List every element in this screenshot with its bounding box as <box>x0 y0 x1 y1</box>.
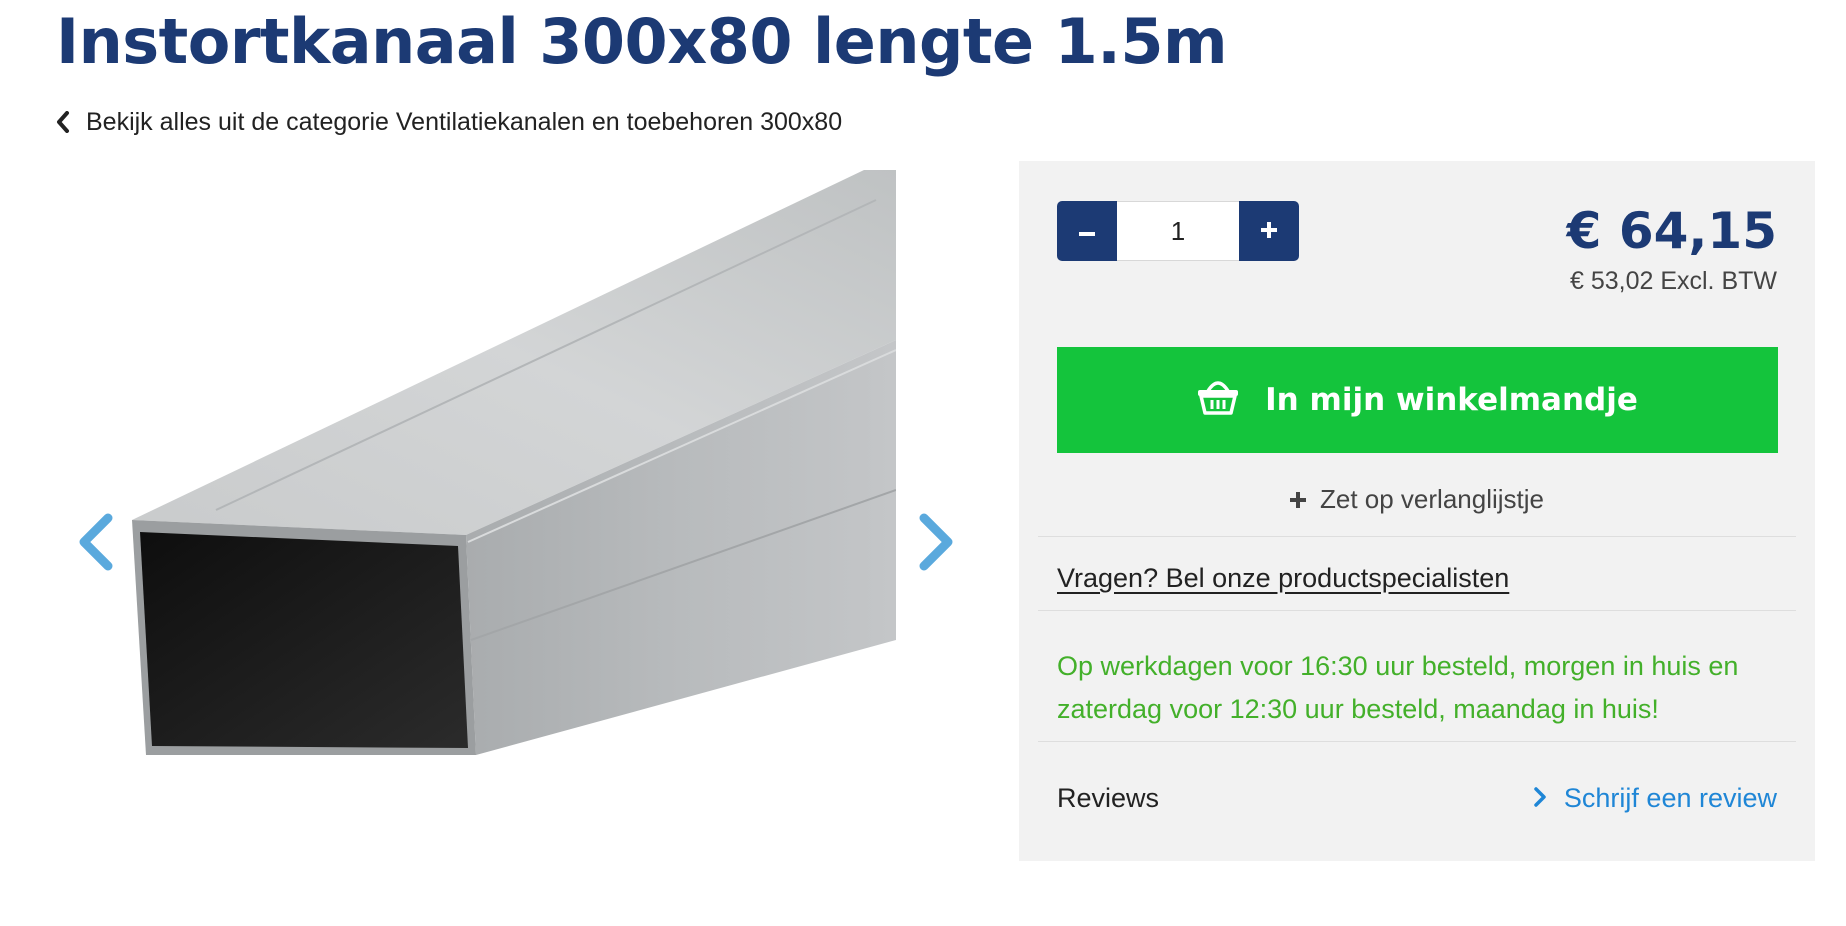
add-to-cart-label: In mijn winkelmandje <box>1265 382 1638 418</box>
write-review-label: Schrijf een review <box>1563 783 1777 813</box>
product-gallery <box>56 170 976 910</box>
plus-icon <box>1261 221 1277 241</box>
divider <box>1038 536 1796 537</box>
add-to-cart-button[interactable]: In mijn winkelmandje <box>1057 347 1778 453</box>
purchase-panel: € 64,15 € 53,02 Excl. BTW In mijn winkel… <box>1019 161 1815 861</box>
price-incl-vat: € 64,15 <box>1566 202 1777 260</box>
page-title: Instortkanaal 300x80 lengte 1.5m <box>56 5 1228 78</box>
delivery-info: Op werkdagen voor 16:30 uur besteld, mor… <box>1057 651 1739 724</box>
divider <box>1038 741 1796 742</box>
gallery-next-button[interactable] <box>916 512 956 577</box>
divider <box>1038 610 1796 611</box>
quantity-stepper <box>1057 201 1299 261</box>
chevron-left-icon <box>56 111 70 133</box>
chevron-right-icon <box>916 513 956 576</box>
wishlist-label: Zet op verlanglijstje <box>1320 483 1544 514</box>
contact-specialists-link[interactable]: Vragen? Bel onze productspecialisten <box>1057 563 1509 594</box>
basket-icon <box>1197 377 1239 423</box>
plus-icon <box>1290 484 1306 515</box>
write-review-link[interactable]: Schrijf een review <box>1534 783 1777 814</box>
quantity-input[interactable] <box>1117 201 1239 261</box>
add-to-wishlist-link[interactable]: Zet op verlanglijstje <box>1019 479 1815 519</box>
product-image <box>132 170 896 755</box>
minus-icon <box>1079 224 1095 239</box>
price-excl-vat: € 53,02 Excl. BTW <box>1569 267 1777 295</box>
decrease-quantity-button[interactable] <box>1057 201 1117 261</box>
back-link-label: Bekijk alles uit de categorie Ventilatie… <box>86 107 843 136</box>
increase-quantity-button[interactable] <box>1239 201 1299 261</box>
back-to-category-link[interactable]: Bekijk alles uit de categorie Ventilatie… <box>56 104 842 140</box>
reviews-label: Reviews <box>1057 783 1160 813</box>
chevron-right-icon <box>1534 783 1546 814</box>
